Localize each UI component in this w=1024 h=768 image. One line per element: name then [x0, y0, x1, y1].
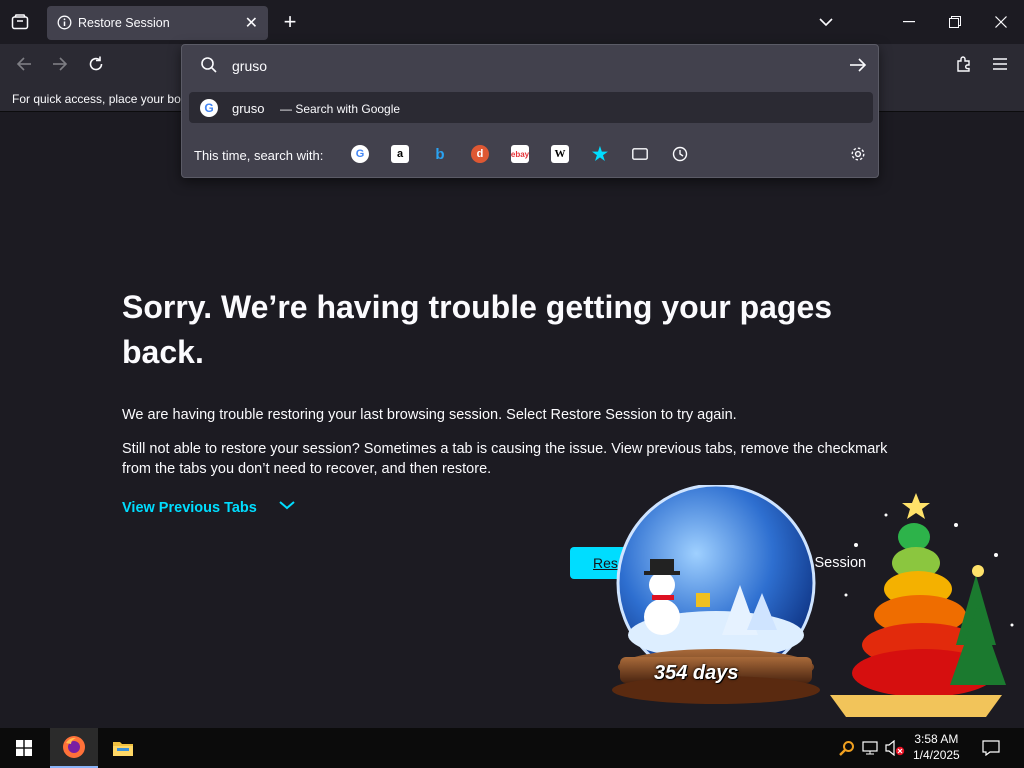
firefox-view-icon[interactable]	[8, 10, 32, 34]
chevron-down-icon[interactable]	[278, 499, 296, 511]
duckduckgo-engine-icon[interactable]: d	[471, 145, 489, 163]
bing-engine-icon[interactable]: b	[431, 145, 449, 163]
amazon-engine-icon[interactable]: a	[391, 145, 409, 163]
tabs-icon[interactable]	[631, 145, 649, 163]
minimize-icon[interactable]	[897, 10, 921, 34]
search-settings-gear-icon[interactable]	[849, 145, 867, 163]
page-title: Sorry. We’re having trouble getting your…	[122, 289, 833, 370]
tab-title: Restore Session	[78, 16, 170, 30]
suggestion-term: gruso	[232, 101, 265, 116]
reload-icon[interactable]	[84, 52, 108, 76]
volume-muted-icon[interactable]	[884, 736, 906, 760]
view-previous-tabs-link[interactable]: View Previous Tabs	[122, 500, 257, 516]
start-windows-icon[interactable]	[0, 728, 48, 768]
notifications-icon[interactable]	[978, 736, 1004, 760]
search-tray-icon[interactable]	[837, 736, 857, 760]
network-icon[interactable]	[860, 736, 880, 760]
close-window-icon[interactable]	[989, 10, 1013, 34]
google-engine-icon[interactable]: G	[351, 145, 369, 163]
tab-restore-session[interactable]: Restore Session ✕	[47, 6, 268, 40]
restore-window-icon[interactable]	[943, 10, 967, 34]
search-suggestion-row[interactable]: G gruso — Search with Google	[189, 92, 873, 123]
menu-icon[interactable]	[988, 52, 1012, 76]
bookmarks-hint: For quick access, place your boo	[12, 92, 188, 106]
search-icon	[201, 57, 217, 73]
countdown-label: 354 days	[654, 662, 739, 684]
forward-icon[interactable]	[48, 52, 72, 76]
history-icon[interactable]	[671, 145, 689, 163]
address-input[interactable]: gruso	[232, 58, 267, 74]
clock-time: 3:58 AM	[914, 732, 959, 746]
file-explorer-icon[interactable]	[99, 728, 147, 768]
go-arrow-icon[interactable]	[849, 57, 867, 73]
windows-taskbar: 3:58 AM 1/4/2025	[0, 728, 1024, 768]
bookmarks-star-icon[interactable]: ★	[591, 144, 609, 164]
one-off-label: This time, search with:	[194, 148, 324, 163]
restore-session-page: Sorry. We’re having trouble getting your…	[0, 113, 1024, 728]
tab-strip: Restore Session ✕ +	[0, 0, 1024, 44]
snow-globe-widget[interactable]: 354 days	[612, 483, 824, 705]
info-icon	[57, 15, 72, 30]
clock-date: 1/4/2025	[913, 748, 960, 762]
system-clock[interactable]: 3:58 AM 1/4/2025	[913, 731, 960, 763]
description-paragraph: We are having trouble restoring your las…	[122, 407, 737, 423]
firefox-taskbar-icon[interactable]	[50, 728, 98, 768]
close-tab-icon[interactable]: ✕	[245, 13, 258, 33]
suggestion-action: — Search with Google	[280, 102, 401, 116]
ebay-engine-icon[interactable]: ebay	[511, 145, 529, 163]
christmas-tree-widget[interactable]	[826, 485, 1022, 725]
back-icon[interactable]	[12, 52, 36, 76]
urlbar-popup: gruso G gruso — Search with Google This …	[181, 44, 879, 178]
extensions-icon[interactable]	[952, 52, 976, 76]
help-paragraph: Still not able to restore your session? …	[122, 441, 888, 477]
google-icon: G	[200, 99, 218, 117]
wikipedia-engine-icon[interactable]: W	[551, 145, 569, 163]
new-tab-icon[interactable]: +	[278, 9, 302, 34]
list-tabs-icon[interactable]	[814, 10, 838, 34]
